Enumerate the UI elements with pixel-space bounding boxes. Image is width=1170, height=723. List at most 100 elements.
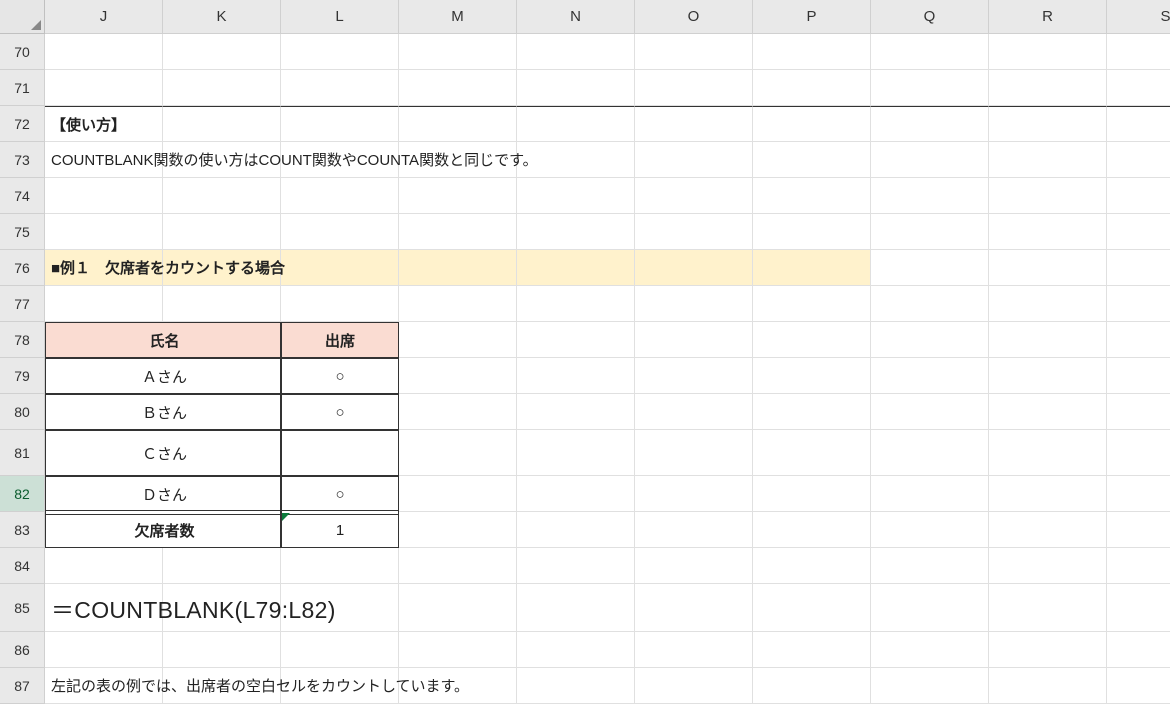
cell-J75[interactable] bbox=[45, 214, 163, 250]
cell-S74[interactable] bbox=[1107, 178, 1170, 214]
cell-M85[interactable] bbox=[399, 584, 517, 632]
cell-S70[interactable] bbox=[1107, 34, 1170, 70]
col-header-P[interactable]: P bbox=[753, 0, 871, 34]
cell-M86[interactable] bbox=[399, 632, 517, 668]
cell-S76[interactable] bbox=[1107, 250, 1170, 286]
cell-K75[interactable] bbox=[163, 214, 281, 250]
cell-N86[interactable] bbox=[517, 632, 635, 668]
cell-Q85[interactable] bbox=[871, 584, 989, 632]
cell-S71[interactable] bbox=[1107, 70, 1170, 106]
cell-M84[interactable] bbox=[399, 548, 517, 584]
row-header-76[interactable]: 76 bbox=[0, 250, 45, 286]
cell-O74[interactable] bbox=[635, 178, 753, 214]
cell-S87[interactable] bbox=[1107, 668, 1170, 704]
cell-R77[interactable] bbox=[989, 286, 1107, 322]
cell-P74[interactable] bbox=[753, 178, 871, 214]
cell-Q73[interactable] bbox=[871, 142, 989, 178]
cell-O81[interactable] bbox=[635, 430, 753, 476]
cell-R80[interactable] bbox=[989, 394, 1107, 430]
row-header-74[interactable]: 74 bbox=[0, 178, 45, 214]
cell-S79[interactable] bbox=[1107, 358, 1170, 394]
cell-K78[interactable]: 氏名 bbox=[163, 322, 281, 358]
col-header-N[interactable]: N bbox=[517, 0, 635, 34]
cell-K84[interactable] bbox=[163, 548, 281, 584]
cell-N70[interactable] bbox=[517, 34, 635, 70]
cell-M76[interactable] bbox=[399, 250, 517, 286]
select-all-corner[interactable] bbox=[0, 0, 45, 34]
cell-S81[interactable] bbox=[1107, 430, 1170, 476]
cell-J74[interactable] bbox=[45, 178, 163, 214]
cell-J87[interactable]: 左記の表の例では、出席者の空白セルをカウントしています。 bbox=[45, 668, 163, 704]
cell-N87[interactable] bbox=[517, 668, 635, 704]
cell-S73[interactable] bbox=[1107, 142, 1170, 178]
cell-P80[interactable] bbox=[753, 394, 871, 430]
cell-P70[interactable] bbox=[753, 34, 871, 70]
cell-N71[interactable] bbox=[517, 70, 635, 106]
cell-S72[interactable] bbox=[1107, 106, 1170, 142]
cell-Q79[interactable] bbox=[871, 358, 989, 394]
cell-S85[interactable] bbox=[1107, 584, 1170, 632]
cell-J70[interactable] bbox=[45, 34, 163, 70]
cell-Q71[interactable] bbox=[871, 70, 989, 106]
cell-N80[interactable] bbox=[517, 394, 635, 430]
row-header-73[interactable]: 73 bbox=[0, 142, 45, 178]
cell-P79[interactable] bbox=[753, 358, 871, 394]
cell-R79[interactable] bbox=[989, 358, 1107, 394]
cell-K77[interactable] bbox=[163, 286, 281, 322]
cell-K79[interactable]: Ａさん bbox=[163, 358, 281, 394]
cell-L82[interactable]: ○ bbox=[281, 476, 399, 512]
cell-K70[interactable] bbox=[163, 34, 281, 70]
cell-P72[interactable] bbox=[753, 106, 871, 142]
cell-P83[interactable] bbox=[753, 512, 871, 548]
cell-O72[interactable] bbox=[635, 106, 753, 142]
cell-R78[interactable] bbox=[989, 322, 1107, 358]
cell-R73[interactable] bbox=[989, 142, 1107, 178]
cell-K86[interactable] bbox=[163, 632, 281, 668]
cell-M77[interactable] bbox=[399, 286, 517, 322]
cell-R75[interactable] bbox=[989, 214, 1107, 250]
cell-S77[interactable] bbox=[1107, 286, 1170, 322]
cell-R86[interactable] bbox=[989, 632, 1107, 668]
cell-S80[interactable] bbox=[1107, 394, 1170, 430]
cell-L70[interactable] bbox=[281, 34, 399, 70]
cell-N77[interactable] bbox=[517, 286, 635, 322]
cell-M75[interactable] bbox=[399, 214, 517, 250]
cell-P75[interactable] bbox=[753, 214, 871, 250]
cell-L75[interactable] bbox=[281, 214, 399, 250]
cell-R82[interactable] bbox=[989, 476, 1107, 512]
cell-Q72[interactable] bbox=[871, 106, 989, 142]
cell-M78[interactable] bbox=[399, 322, 517, 358]
cell-P76[interactable] bbox=[753, 250, 871, 286]
col-header-K[interactable]: K bbox=[163, 0, 281, 34]
cell-S86[interactable] bbox=[1107, 632, 1170, 668]
cell-M80[interactable] bbox=[399, 394, 517, 430]
cell-P78[interactable] bbox=[753, 322, 871, 358]
cell-L78[interactable]: 出席 bbox=[281, 322, 399, 358]
cell-S83[interactable] bbox=[1107, 512, 1170, 548]
cell-O76[interactable] bbox=[635, 250, 753, 286]
cell-M79[interactable] bbox=[399, 358, 517, 394]
cell-N72[interactable] bbox=[517, 106, 635, 142]
cell-M83[interactable] bbox=[399, 512, 517, 548]
cell-M72[interactable] bbox=[399, 106, 517, 142]
row-header-78[interactable]: 78 bbox=[0, 322, 45, 358]
cell-N85[interactable] bbox=[517, 584, 635, 632]
cell-Q82[interactable] bbox=[871, 476, 989, 512]
row-header-80[interactable]: 80 bbox=[0, 394, 45, 430]
cell-Q86[interactable] bbox=[871, 632, 989, 668]
cell-L83[interactable]: 1 bbox=[281, 512, 399, 548]
row-header-81[interactable]: 81 bbox=[0, 430, 45, 476]
cell-R76[interactable] bbox=[989, 250, 1107, 286]
cell-P85[interactable] bbox=[753, 584, 871, 632]
cell-J84[interactable] bbox=[45, 548, 163, 584]
cell-S78[interactable] bbox=[1107, 322, 1170, 358]
cell-O83[interactable] bbox=[635, 512, 753, 548]
cell-R87[interactable] bbox=[989, 668, 1107, 704]
cell-Q83[interactable] bbox=[871, 512, 989, 548]
row-header-71[interactable]: 71 bbox=[0, 70, 45, 106]
row-header-79[interactable]: 79 bbox=[0, 358, 45, 394]
cell-R70[interactable] bbox=[989, 34, 1107, 70]
cell-Q74[interactable] bbox=[871, 178, 989, 214]
cell-N81[interactable] bbox=[517, 430, 635, 476]
cell-J85[interactable]: ＝COUNTBLANK(L79:L82) bbox=[45, 584, 163, 632]
